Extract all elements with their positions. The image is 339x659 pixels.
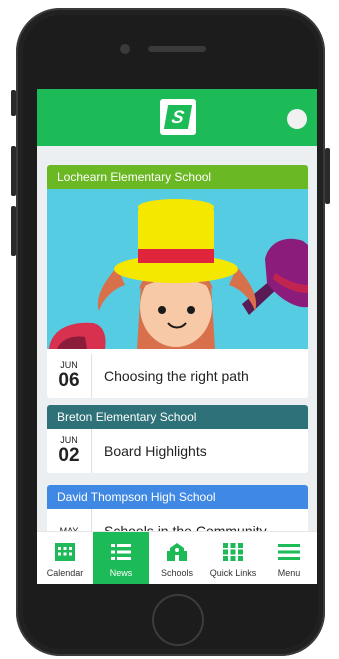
volume-down-button [11, 206, 16, 256]
grid-icon [223, 543, 243, 561]
tab-quick-links[interactable]: Quick Links [205, 532, 261, 584]
calendar-icon [55, 543, 75, 561]
home-button[interactable] [152, 594, 204, 646]
news-title: Choosing the right path [104, 368, 249, 384]
tab-menu[interactable]: Menu [261, 532, 317, 584]
tab-news[interactable]: News [93, 532, 149, 584]
date-day: 02 [58, 445, 80, 466]
date-day: 06 [58, 370, 80, 391]
top-bar: S [37, 89, 317, 146]
app-logo[interactable]: S [160, 99, 196, 135]
bell-icon[interactable] [287, 109, 307, 129]
date-badge: JUN 02 [47, 429, 92, 473]
bottom-tab-bar: Calendar News Schools Quick Links Menu [37, 531, 317, 584]
tab-calendar[interactable]: Calendar [37, 532, 93, 584]
news-illustration [47, 189, 308, 349]
earpiece-speaker [148, 46, 206, 52]
card-school-name: Breton Elementary School [47, 405, 308, 429]
news-card[interactable]: Lochearn Elementary School JUN 06 Choosi… [47, 165, 308, 398]
tab-label: News [109, 568, 133, 578]
mute-switch [11, 90, 16, 116]
news-item-row[interactable]: JUN 06 Choosing the right path [47, 354, 308, 398]
date-month: JUN [60, 360, 78, 370]
tab-label: Menu [277, 568, 301, 578]
news-card[interactable]: Breton Elementary School JUN 02 Board Hi… [47, 405, 308, 473]
tab-schools[interactable]: Schools [149, 532, 205, 584]
news-item-row[interactable]: JUN 02 Board Highlights [47, 429, 308, 473]
tab-label: Quick Links [209, 568, 257, 578]
news-title: Board Highlights [104, 443, 207, 459]
date-badge: JUN 06 [47, 354, 92, 398]
tab-label: Schools [160, 568, 194, 578]
power-button [325, 148, 330, 204]
school-icon [167, 543, 187, 561]
logo-letter: S [163, 105, 193, 129]
news-list-icon [111, 544, 131, 560]
card-school-name: Lochearn Elementary School [47, 165, 308, 189]
tab-label: Calendar [46, 568, 84, 578]
app-screen: S Lochearn Elementary School JUN 06 Choo… [37, 89, 317, 584]
volume-up-button [11, 146, 16, 196]
front-camera [120, 44, 130, 54]
card-school-name: David Thompson High School [47, 485, 308, 509]
hamburger-icon [278, 544, 300, 560]
date-month: JUN [60, 435, 78, 445]
